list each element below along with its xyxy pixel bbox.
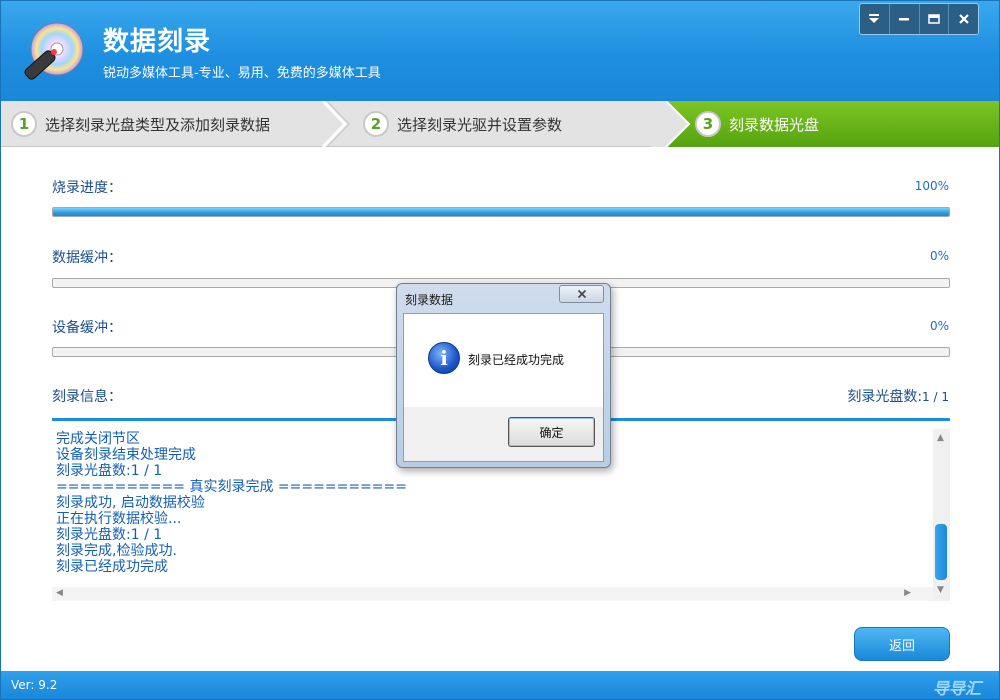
scroll-right-icon[interactable]: ▶ (904, 588, 911, 598)
back-button[interactable]: 返回 (854, 627, 950, 661)
minimize-icon (899, 18, 910, 21)
burn-progress-bar (52, 207, 950, 217)
step-1: 1 选择刻录光盘类型及添加刻录数据 (11, 101, 270, 147)
close-icon (577, 289, 586, 299)
header: 数据刻录 锐动多媒体工具-专业、易用、免费的多媒体工具 (1, 1, 999, 101)
step-2-label: 选择刻录光驱并设置参数 (397, 115, 563, 134)
disc-count: 刻录光盘数:1 / 1 (847, 386, 949, 406)
log-line: 正在执行数据校验... (56, 511, 182, 527)
log-line: =========== 真实刻录完成 =========== (56, 479, 407, 495)
close-button[interactable] (949, 4, 978, 34)
scroll-up-icon[interactable]: ▲ (937, 433, 944, 443)
step-separator (321, 101, 350, 147)
step-3-number: 3 (695, 111, 721, 137)
log-scroll-thumb[interactable] (935, 524, 947, 580)
menu-icon (869, 14, 880, 23)
burn-info-label: 刻录信息： (52, 389, 122, 405)
burn-progress-label: 烧录进度： (52, 180, 122, 196)
log-line: 刻录已经成功完成 (56, 559, 168, 575)
data-buffer-label: 数据缓冲： (52, 250, 122, 266)
steps-bar: 1 选择刻录光盘类型及添加刻录数据 2 选择刻录光驱并设置参数 3 刻录数据光盘 (1, 101, 999, 147)
step-1-number: 1 (11, 111, 37, 137)
dialog-title: 刻录数据 (405, 293, 454, 307)
step-3-label: 刻录数据光盘 (729, 115, 820, 134)
maximize-icon (928, 14, 940, 24)
data-buffer-percent: 0% (929, 249, 949, 263)
minimize-button[interactable] (890, 4, 920, 34)
dialog-close-button[interactable] (559, 285, 604, 303)
scroll-down-icon[interactable]: ▼ (937, 585, 944, 595)
step-1-label: 选择刻录光盘类型及添加刻录数据 (45, 115, 271, 134)
ok-button[interactable]: 确定 (508, 417, 595, 447)
version-label: Ver: 9.2 (11, 678, 58, 692)
dialog-button-area: 确定 (404, 407, 603, 461)
step-2: 2 选择刻录光驱并设置参数 (363, 101, 562, 147)
maximize-button[interactable] (920, 4, 950, 34)
close-icon (958, 14, 969, 24)
app-window: 数据刻录 锐动多媒体工具-专业、易用、免费的多媒体工具 1 选择刻录光盘类型及添… (0, 0, 1000, 700)
burn-progress-percent: 100% (914, 179, 949, 193)
status-bar: Ver: 9.2 导导汇 (1, 671, 999, 699)
device-buffer-label: 设备缓冲： (52, 320, 122, 336)
window-controls (859, 3, 979, 35)
burn-progress-fill (53, 208, 949, 216)
step-2-number: 2 (363, 111, 389, 137)
disc-burner-logo-icon (24, 22, 84, 80)
log-vertical-scrollbar[interactable]: ▲ ▼ (933, 429, 950, 601)
scroll-left-icon[interactable]: ◀ (56, 588, 63, 598)
dialog-message: 刻录已经成功完成 (468, 353, 565, 367)
info-icon: i (428, 342, 460, 374)
disc-count-label: 刻录光盘数: (847, 389, 923, 405)
log-line: 刻录光盘数:1 / 1 (56, 527, 163, 543)
step-3: 3 刻录数据光盘 (695, 101, 819, 147)
log-horizontal-scrollbar[interactable]: ◀ ▶ (52, 587, 933, 601)
log-line: 刻录成功, 启动数据校验 (56, 495, 205, 511)
device-buffer-percent: 0% (929, 319, 949, 333)
message-dialog: 刻录数据 i 刻录已经成功完成 确定 (396, 283, 611, 468)
app-title: 数据刻录 (103, 27, 212, 57)
step-separator (651, 101, 691, 147)
dialog-message-area: i 刻录已经成功完成 (404, 314, 603, 407)
menu-button[interactable] (860, 4, 890, 34)
dialog-body: i 刻录已经成功完成 确定 (403, 313, 604, 462)
disc-count-value: 1 / 1 (922, 390, 949, 404)
log-line: 刻录完成,检验成功. (56, 543, 177, 559)
app-subtitle: 锐动多媒体工具-专业、易用、免费的多媒体工具 (103, 66, 381, 81)
watermark: 导导汇 (932, 679, 981, 698)
